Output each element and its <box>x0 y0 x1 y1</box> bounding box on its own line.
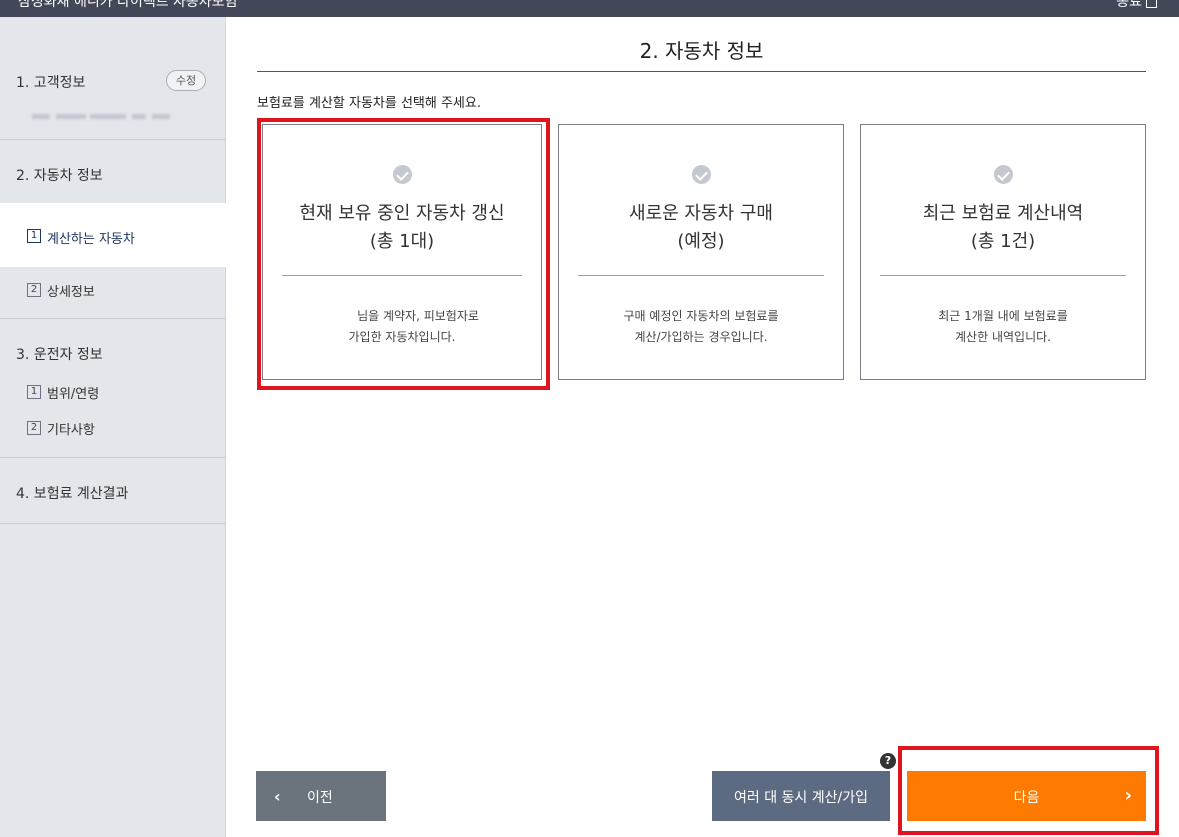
sidebar-section-driver: 3. 운전자 정보 1 범위/연령 2 기타사항 <box>0 319 226 458</box>
card-subtitle: (예정) <box>677 231 725 252</box>
option-card-renew[interactable]: 현재 보유 중인 자동차 갱신 (총 1대) 님을 계약자, 피보험자로 가입한… <box>262 124 542 380</box>
card-subtitle: (총 1대) <box>369 231 435 252</box>
sidebar-item-details[interactable]: 2 상세정보 <box>0 267 226 319</box>
window-title: 삼성화재 애니카 다이렉트 자동차보험 <box>18 0 238 10</box>
close-label: 종료 <box>1116 0 1142 10</box>
multi-vehicle-button[interactable]: 여러 대 동시 계산/가입 <box>712 771 890 821</box>
card-description: 계산/가입하는 경우입니다. <box>634 330 768 344</box>
card-title: 새로운 자동차 구매 <box>629 203 773 224</box>
check-icon <box>993 165 1013 184</box>
card-description: 가입한 자동차입니다. <box>348 330 456 344</box>
card-title: 현재 보유 중인 자동차 갱신 <box>299 203 505 224</box>
sidebar-item-label: 계산하는 자동차 <box>47 232 135 247</box>
card-description: 최근 1개월 내에 보험료를 <box>938 309 1068 323</box>
card-description: 님을 계약자, 피보험자로 <box>357 309 479 323</box>
card-divider <box>578 275 824 276</box>
help-icon[interactable]: ? <box>880 753 896 769</box>
check-icon <box>392 165 412 184</box>
card-subtitle: (총 1건) <box>970 231 1036 252</box>
sidebar-item-range-age[interactable]: 1 범위/연령 <box>0 372 226 412</box>
edit-button[interactable]: 수정 <box>166 70 206 91</box>
card-divider <box>880 275 1126 276</box>
prev-button[interactable]: ‹ 이전 <box>256 771 386 821</box>
title-bar: 삼성화재 애니카 다이렉트 자동차보험 종료 <box>0 0 1179 17</box>
customer-name-redacted <box>32 114 172 122</box>
sidebar-section-result: 4. 보험료 계산결과 <box>0 458 226 524</box>
card-description: 계산한 내역입니다. <box>955 330 1051 344</box>
card-title: 최근 보험료 계산내역 <box>922 203 1084 224</box>
sidebar-section-title[interactable]: 3. 운전자 정보 <box>16 344 103 364</box>
step-number: 1 <box>27 385 41 399</box>
next-button[interactable]: 다음 › <box>907 771 1146 821</box>
option-card-recent-history[interactable]: 최근 보험료 계산내역 (총 1건) 최근 1개월 내에 보험료를 계산한 내역… <box>860 124 1146 380</box>
prev-button-label: 이전 <box>307 790 333 806</box>
sidebar-item-label: 상세정보 <box>47 285 95 300</box>
sidebar-section-customer: 1. 고객정보 수정 <box>0 17 226 140</box>
card-description: 구매 예정인 자동차의 보험료를 <box>623 309 779 323</box>
sidebar-section-title[interactable]: 2. 자동차 정보 <box>16 165 103 185</box>
chevron-right-icon: › <box>1124 785 1132 806</box>
next-button-label: 다음 <box>1013 790 1040 806</box>
sidebar-section-vehicle: 2. 자동차 정보 1 계산하는 자동차 2 상세정보 <box>0 140 227 319</box>
card-divider <box>282 275 522 276</box>
close-button[interactable]: 종료 <box>1116 0 1157 11</box>
sidebar-item-calc-vehicle[interactable]: 1 계산하는 자동차 <box>0 203 227 267</box>
sidebar: 1. 고객정보 수정 2. 자동차 정보 1 계산하는 자동차 2 상세정보 3… <box>0 17 227 837</box>
sidebar-section-title[interactable]: 4. 보험료 계산결과 <box>16 483 128 503</box>
option-card-new-purchase[interactable]: 새로운 자동차 구매 (예정) 구매 예정인 자동차의 보험료를 계산/가입하는… <box>558 124 844 380</box>
step-number: 1 <box>27 229 41 243</box>
multi-vehicle-button-label: 여러 대 동시 계산/가입 <box>734 790 868 806</box>
main-content: 2. 자동차 정보 보험료를 계산할 자동차를 선택해 주세요. 현재 보유 중… <box>227 17 1179 837</box>
title-divider <box>257 71 1146 72</box>
check-icon <box>691 165 711 184</box>
page-title: 2. 자동차 정보 <box>639 39 764 63</box>
step-number: 2 <box>27 421 41 435</box>
sidebar-item-label: 기타사항 <box>47 423 95 438</box>
close-icon <box>1146 0 1157 8</box>
step-number: 2 <box>27 283 41 297</box>
chevron-left-icon: ‹ <box>274 787 281 806</box>
sidebar-item-label: 범위/연령 <box>47 387 100 402</box>
sidebar-section-title[interactable]: 1. 고객정보 <box>16 72 85 92</box>
sidebar-item-etc[interactable]: 2 기타사항 <box>0 408 226 448</box>
instruction-text: 보험료를 계산할 자동차를 선택해 주세요. <box>257 96 481 111</box>
